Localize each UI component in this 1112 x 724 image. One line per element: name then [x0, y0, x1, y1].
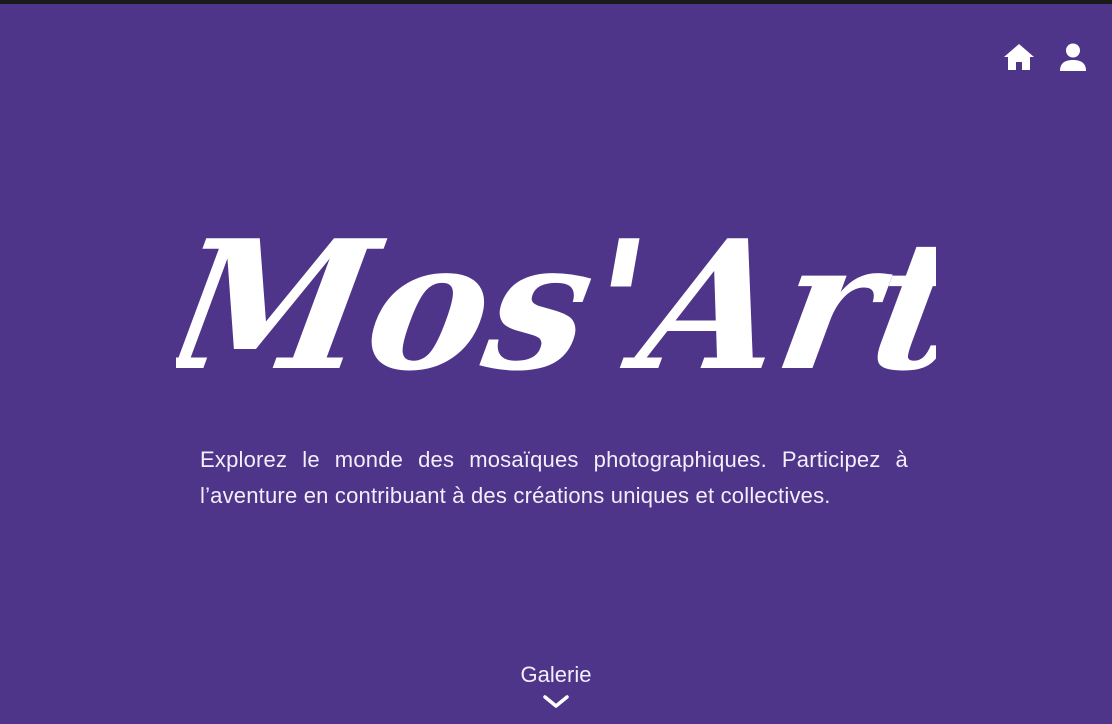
landing-page: Mos'Art Explorez le monde des mosaïques … — [0, 4, 1112, 724]
user-icon — [1060, 43, 1086, 71]
header-nav — [1002, 40, 1090, 74]
brand-logo: Mos'Art — [0, 172, 1112, 402]
logo-text: Mos'Art — [176, 202, 936, 402]
gallery-link[interactable]: Galerie — [0, 660, 1112, 710]
intro-text: Explorez le monde des mosaïques photogra… — [200, 447, 908, 508]
home-button[interactable] — [1002, 40, 1036, 74]
profile-button[interactable] — [1056, 40, 1090, 74]
logo-wordmark: Mos'Art — [176, 202, 936, 402]
home-icon — [1004, 44, 1034, 70]
chevron-down-icon — [543, 695, 569, 708]
gallery-label: Galerie — [520, 662, 592, 687]
